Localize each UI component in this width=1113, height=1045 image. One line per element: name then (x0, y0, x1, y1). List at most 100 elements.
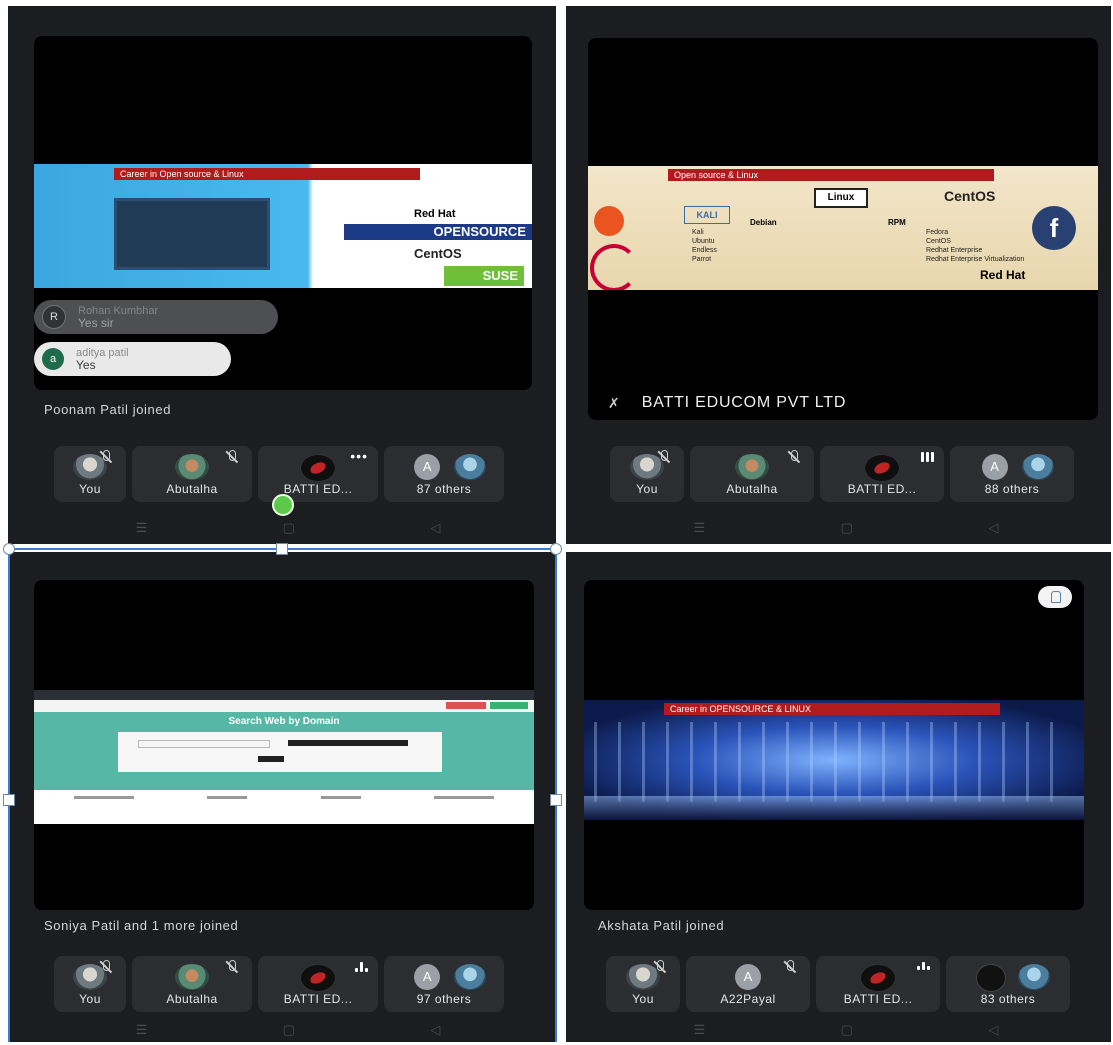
tree-item: Kali (692, 229, 704, 236)
mic-off-icon (99, 960, 112, 973)
hero-banner: Search Web by Domain (34, 712, 534, 790)
avatar-photo (453, 964, 486, 990)
rotate-handle[interactable] (272, 494, 294, 516)
participant-tile-you[interactable]: You (54, 446, 126, 502)
participant-strip: You Abutalha BATTI ED... A 97 others (54, 956, 504, 1012)
avatar-photo (1021, 454, 1054, 480)
meeting-panel-top-right: Open source & Linux Linux KALI Debian Ka… (566, 6, 1111, 544)
tree-item: Redhat Enterprise Virtualization (926, 256, 1025, 263)
mic-off-icon (99, 450, 112, 463)
avatar (300, 964, 336, 992)
tree-item: Fedora (926, 229, 949, 236)
chat-text: Yes sir (78, 315, 114, 330)
audio-level-icon (921, 452, 934, 462)
others-count: 88 others (984, 482, 1040, 496)
home-icon[interactable]: ▢ (841, 520, 853, 536)
tree-branch-rpm: RPM (888, 218, 906, 227)
back-icon[interactable]: ◁ (988, 1022, 998, 1038)
menu-icon[interactable]: ☰ (694, 520, 706, 536)
participant-tile-others[interactable]: A 87 others (384, 446, 504, 502)
pin-icon[interactable] (1038, 586, 1072, 608)
chat-text: Yes (76, 357, 96, 372)
participant-name: BATTI ED... (283, 992, 353, 1006)
participant-tile-presenter[interactable]: ••• BATTI ED... (258, 446, 378, 502)
resize-handle-top-right[interactable] (550, 543, 562, 555)
server-racks (594, 722, 1074, 802)
participant-name: A22Payal (720, 992, 776, 1006)
chat-avatar: R (42, 305, 66, 329)
slide-header: Career in Open source & Linux (114, 168, 420, 180)
tree-item: Parrot (692, 256, 712, 263)
mic-off-icon (657, 450, 670, 463)
participant-tile-presenter[interactable]: BATTI ED... (258, 956, 378, 1012)
floor (584, 796, 1084, 820)
menu-icon[interactable]: ☰ (694, 1022, 706, 1038)
meeting-panel-bottom-left: Search Web by Domain Soniya Patil and 1 … (8, 552, 556, 1042)
participant-tile-others[interactable]: A 88 others (950, 446, 1074, 502)
logo-opensource: OPENSOURCE (344, 224, 532, 240)
participant-name: You (632, 992, 654, 1006)
debian-logo (590, 244, 638, 290)
back-icon[interactable]: ◁ (430, 1022, 440, 1038)
tree-items-debian: Kali Ubuntu Endless Parrot (692, 228, 717, 264)
home-icon[interactable]: ▢ (841, 1022, 853, 1038)
android-nav-bar: ☰ ▢ ◁ (68, 518, 508, 538)
avatar (860, 964, 896, 992)
login-button[interactable] (490, 702, 528, 709)
mic-off-icon: ✗ (608, 394, 620, 411)
meeting-panel-bottom-right: Career in OPENSOURCE & LINUX Akshata Pat… (566, 552, 1111, 1042)
laptop-illustration (114, 198, 270, 270)
participant-name: Abutalha (166, 992, 218, 1006)
participant-tile-you[interactable]: You (610, 446, 684, 502)
participant-tile[interactable]: Abutalha (132, 956, 252, 1012)
signup-button[interactable] (446, 702, 486, 709)
menu-icon[interactable]: ☰ (136, 520, 148, 536)
resize-handle-top-left[interactable] (3, 543, 15, 555)
mic-off-icon (787, 450, 800, 463)
resize-handle-top-center[interactable] (276, 543, 288, 555)
participant-tile-presenter[interactable]: BATTI ED... (820, 446, 944, 502)
avatar (300, 454, 336, 482)
main-stage: Search Web by Domain (34, 580, 534, 910)
avatar (175, 964, 209, 990)
chat-sender: Rohan Kumbhar (78, 304, 159, 317)
search-input[interactable] (288, 740, 408, 746)
participant-tile[interactable]: A A22Payal (686, 956, 810, 1012)
participant-tile-others[interactable]: 83 others (946, 956, 1070, 1012)
chat-sender: aditya patil (76, 346, 129, 359)
participant-tile[interactable]: Abutalha (132, 446, 252, 502)
participant-tile-you[interactable]: You (606, 956, 680, 1012)
more-dots-icon[interactable]: ••• (350, 449, 368, 463)
avatar (175, 454, 209, 480)
home-icon[interactable]: ▢ (283, 1022, 295, 1038)
tree-item: CentOS (926, 238, 951, 245)
search-form (118, 732, 442, 772)
participant-tile-others[interactable]: A 97 others (384, 956, 504, 1012)
resize-handle-left-middle[interactable] (3, 794, 15, 806)
menu-icon[interactable]: ☰ (136, 1022, 148, 1038)
slide-header: Career in OPENSOURCE & LINUX (664, 703, 1000, 715)
footer-links (74, 796, 494, 816)
domain-input[interactable] (138, 740, 270, 748)
participant-name: BATTI ED... (283, 482, 353, 496)
home-icon[interactable]: ▢ (283, 520, 295, 536)
shared-screen: Search Web by Domain (34, 690, 534, 824)
tree-item: Ubuntu (692, 238, 715, 245)
participant-tile-you[interactable]: You (54, 956, 126, 1012)
participant-tile[interactable]: Abutalha (690, 446, 814, 502)
participant-name: BATTI ED... (843, 992, 913, 1006)
logo-kali: KALI (684, 206, 730, 224)
presenter-name: BATTI EDUCOM PVT LTD (641, 394, 847, 411)
resize-handle-right-middle[interactable] (550, 794, 562, 806)
hero-heading: Search Web by Domain (228, 716, 340, 727)
back-icon[interactable]: ◁ (988, 520, 998, 536)
logo-redhat: Red Hat (414, 208, 456, 220)
search-button[interactable] (258, 756, 284, 762)
shared-slide: Open source & Linux Linux KALI Debian Ka… (588, 166, 1098, 290)
avatar (735, 454, 769, 480)
participant-tile-presenter[interactable]: BATTI ED... (816, 956, 940, 1012)
back-icon[interactable]: ◁ (430, 520, 440, 536)
avatar: A (981, 454, 1008, 480)
avatar: A (414, 964, 441, 990)
mic-off-icon (653, 960, 666, 973)
